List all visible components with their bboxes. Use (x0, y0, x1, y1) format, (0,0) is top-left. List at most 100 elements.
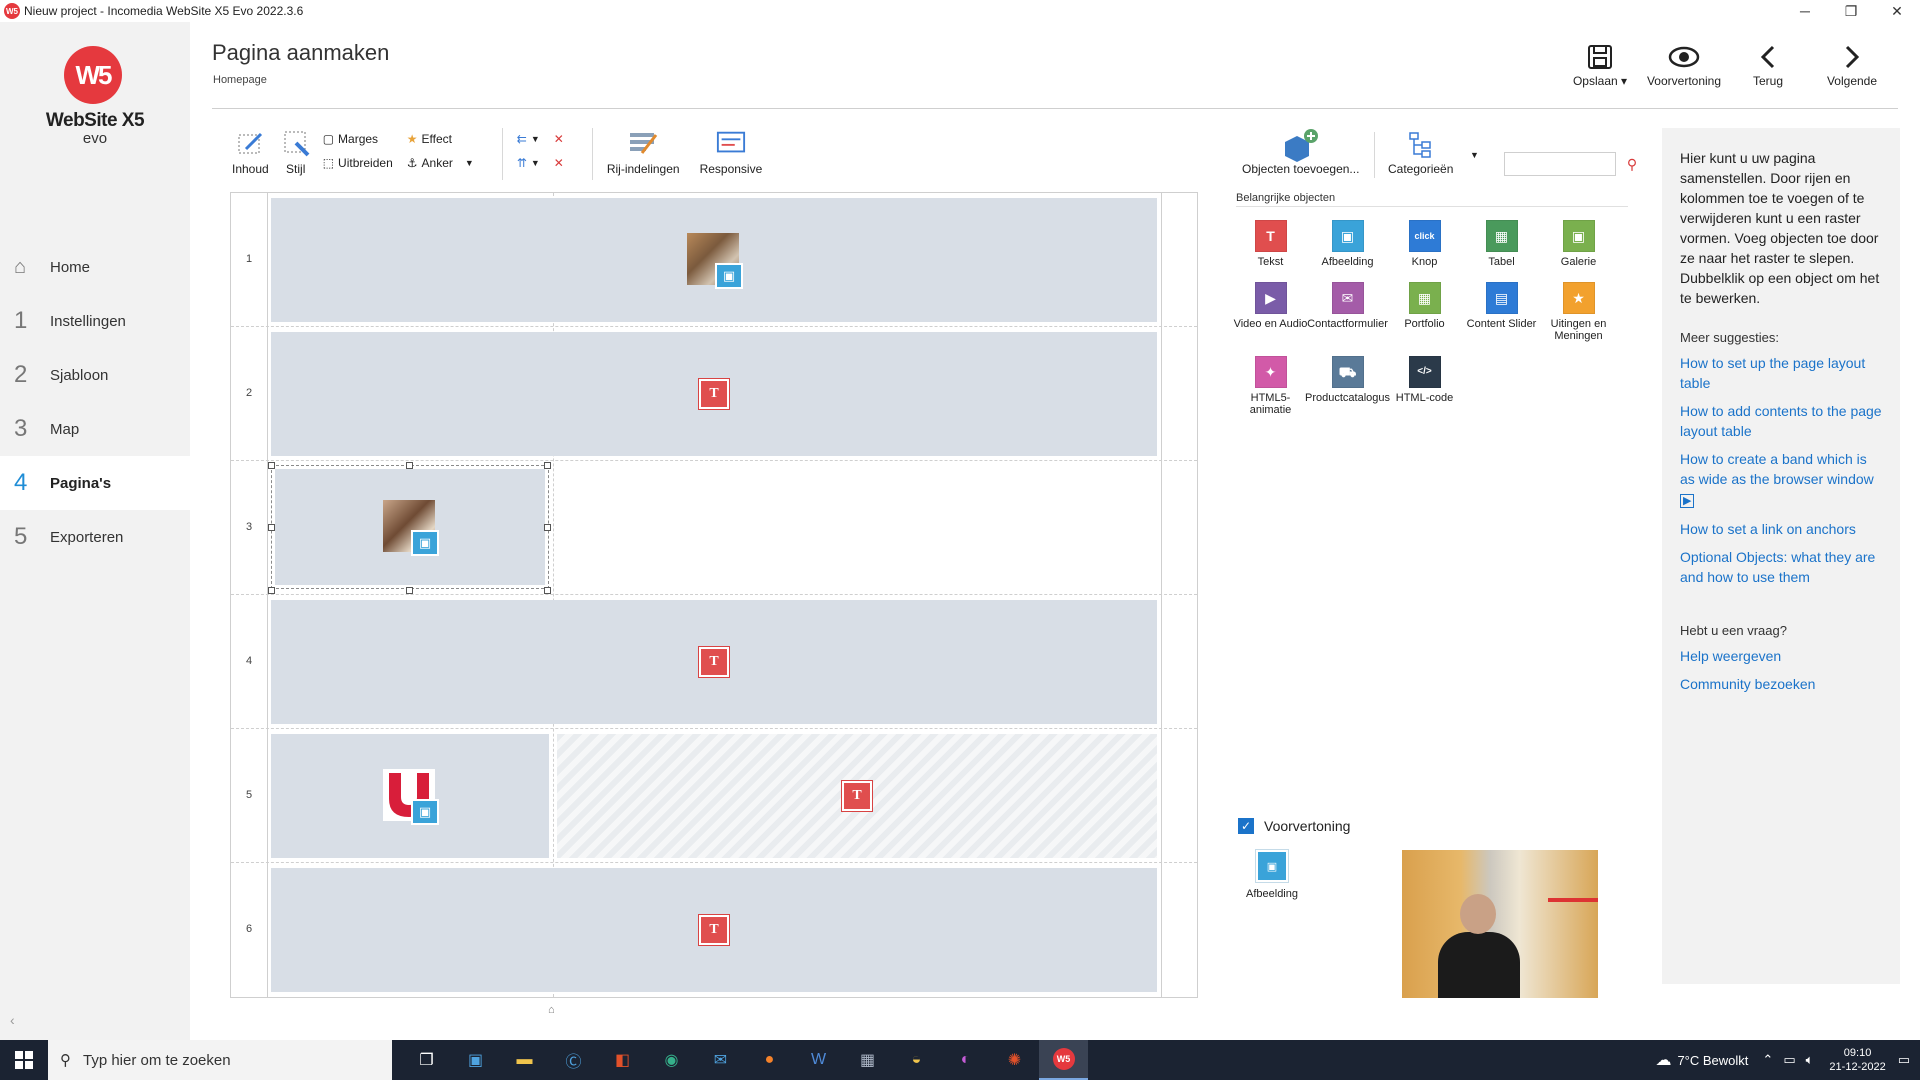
insert-col-button[interactable]: ⇈ ▼ ✕ (517, 156, 564, 170)
grid-cell[interactable]: T (557, 734, 1157, 858)
object-testimonials[interactable]: ★ Uitingen en Meningen (1540, 282, 1617, 342)
chevron-up-icon[interactable]: ⌃ (1762, 1052, 1773, 1068)
resize-handle[interactable] (268, 587, 275, 594)
help-link[interactable]: Optional Objects: what they are and how … (1680, 547, 1882, 587)
help-link[interactable]: How to set a link on anchors (1680, 519, 1882, 539)
text-object-icon[interactable]: T (842, 781, 872, 811)
community-link[interactable]: Community bezoeken (1680, 674, 1882, 694)
notification-icon[interactable]: ▭ (1898, 1052, 1910, 1068)
help-link[interactable]: How to create a band which is as wide as… (1680, 449, 1882, 511)
back-button[interactable]: Terug (1726, 40, 1810, 88)
mail-icon[interactable]: ✉ (696, 1040, 745, 1080)
resize-handle[interactable] (406, 462, 413, 469)
image-object[interactable]: ▣ (383, 500, 439, 556)
object-text[interactable]: T Tekst (1232, 220, 1309, 268)
preview-button[interactable]: Voorvertoning (1642, 40, 1726, 88)
resize-handle[interactable] (268, 524, 275, 531)
save-button[interactable]: Opslaan ▾ (1558, 40, 1642, 88)
calculator-icon[interactable]: ▦ (843, 1040, 892, 1080)
page-layout-grid[interactable]: 1 ▣ 2 T 3 ▣ 4 T 5 ▣ T 6 T (230, 192, 1198, 998)
nav-instellingen[interactable]: 1 Instellingen (0, 294, 190, 348)
network-icon[interactable]: ▭ (1783, 1052, 1795, 1068)
object-gallery[interactable]: ▣ Galerie (1540, 220, 1617, 268)
add-objects-button[interactable]: Objecten toevoegen... (1242, 128, 1359, 176)
nav-map[interactable]: 3 Map (0, 402, 190, 456)
davinci-icon[interactable]: ✺ (990, 1040, 1039, 1080)
weather[interactable]: 7°C Bewolkt (1677, 1053, 1748, 1068)
object-label: Portfolio (1404, 318, 1445, 330)
object-button[interactable]: click Knop (1386, 220, 1463, 268)
resize-handle[interactable] (406, 587, 413, 594)
ccleaner-icon[interactable]: Ⓒ (549, 1040, 598, 1080)
text-object-icon[interactable]: T (699, 647, 729, 677)
row-layouts-button[interactable]: Rij-indelingen (607, 128, 680, 176)
object-product-catalog[interactable]: ⛟ Productcatalogus (1305, 356, 1390, 416)
object-html-code[interactable]: </> HTML-code (1386, 356, 1463, 416)
margins-button[interactable]: ▢ Marges (323, 132, 393, 146)
resize-handle[interactable] (544, 462, 551, 469)
mask-icon[interactable]: ◐ (941, 1040, 990, 1080)
resize-handle[interactable] (544, 587, 551, 594)
effect-button[interactable]: ★ Effect (407, 132, 474, 146)
object-video-audio[interactable]: ▶ Video en Audio (1232, 282, 1309, 342)
image-object[interactable]: ▣ (383, 769, 439, 825)
categories-button[interactable]: Categorieën (1388, 128, 1453, 176)
word-icon[interactable]: W (794, 1040, 843, 1080)
column-resize-handle[interactable]: ⌂ (548, 1004, 555, 1016)
volume-icon[interactable]: 🔈︎ (1806, 1052, 1814, 1068)
expand-button[interactable]: ⬚ Uitbreiden (323, 156, 393, 170)
preview-checkbox[interactable]: ✓ Voorvertoning (1238, 818, 1350, 834)
nav-home[interactable]: ⌂ Home (0, 240, 190, 294)
object-portfolio[interactable]: ▦ Portfolio (1386, 282, 1463, 342)
object-contact-form[interactable]: ✉ Contactformulier (1307, 282, 1388, 342)
text-object-icon[interactable]: T (699, 915, 729, 945)
office-icon[interactable]: ◧ (598, 1040, 647, 1080)
responsive-button[interactable]: Responsive (700, 128, 762, 176)
collapse-sidebar-icon[interactable]: ‹ (10, 1012, 15, 1028)
windows-start-icon[interactable] (0, 1040, 48, 1080)
nav-sjabloon[interactable]: 2 Sjabloon (0, 348, 190, 402)
minimize-icon[interactable]: ─ (1782, 0, 1828, 22)
help-view-link[interactable]: Help weergeven (1680, 646, 1882, 666)
resize-handle[interactable] (544, 524, 551, 531)
task-view-icon[interactable]: ❐ (402, 1040, 451, 1080)
firefox-icon[interactable]: ● (745, 1040, 794, 1080)
grid-cell-selected[interactable]: ▣ (271, 465, 549, 589)
store-icon[interactable]: ▣ (451, 1040, 500, 1080)
close-icon[interactable]: ✕ (1874, 0, 1920, 22)
object-image[interactable]: ▣ Afbeelding (1309, 220, 1386, 268)
clock[interactable]: 09:10 21-12-2022 (1829, 1046, 1885, 1074)
search-icon[interactable]: ⚲ (1620, 152, 1644, 176)
style-button[interactable]: Stijl (281, 128, 311, 176)
image-object[interactable]: ▣ (687, 233, 743, 289)
delete-col-icon[interactable]: ✕ (554, 156, 564, 170)
object-table[interactable]: ▦ Tabel (1463, 220, 1540, 268)
object-content-slider[interactable]: ▤ Content Slider (1463, 282, 1540, 342)
next-button[interactable]: Volgende (1810, 40, 1894, 88)
object-search-input[interactable] (1504, 152, 1616, 176)
preview-image (1402, 850, 1598, 998)
resize-handle[interactable] (268, 462, 275, 469)
anchor-button[interactable]: ⚓ Anker ▼ (407, 156, 474, 170)
grid-cell[interactable]: T (271, 600, 1157, 724)
grid-cell[interactable]: ▣ (271, 198, 1157, 322)
maximize-icon[interactable]: ❐ (1828, 0, 1874, 22)
delete-row-icon[interactable]: ✕ (554, 132, 564, 146)
nav-paginas[interactable]: 4 Pagina's (0, 456, 190, 510)
help-link[interactable]: How to add contents to the page layout t… (1680, 401, 1882, 441)
app-icon[interactable]: ◒ (892, 1040, 941, 1080)
edge-icon[interactable]: ◉ (647, 1040, 696, 1080)
text-object-icon[interactable]: T (699, 379, 729, 409)
file-explorer-icon[interactable]: ▬ (500, 1040, 549, 1080)
insert-row-button[interactable]: ⇇ ▼ ✕ (517, 132, 564, 146)
grid-cell[interactable]: T (271, 332, 1157, 456)
grid-cell[interactable]: T (271, 868, 1157, 992)
help-link[interactable]: How to set up the page layout table (1680, 353, 1882, 393)
websitex5-taskbar-icon[interactable]: W5 (1039, 1040, 1088, 1080)
chevron-down-icon[interactable]: ▼ (1470, 150, 1479, 160)
object-html5-animation[interactable]: ✦ HTML5-animatie (1232, 356, 1309, 416)
taskbar-search[interactable]: ⚲ Typ hier om te zoeken (48, 1040, 392, 1080)
grid-cell[interactable]: ▣ (271, 734, 549, 858)
content-button[interactable]: Inhoud (232, 128, 269, 176)
nav-exporteren[interactable]: 5 Exporteren (0, 510, 190, 564)
